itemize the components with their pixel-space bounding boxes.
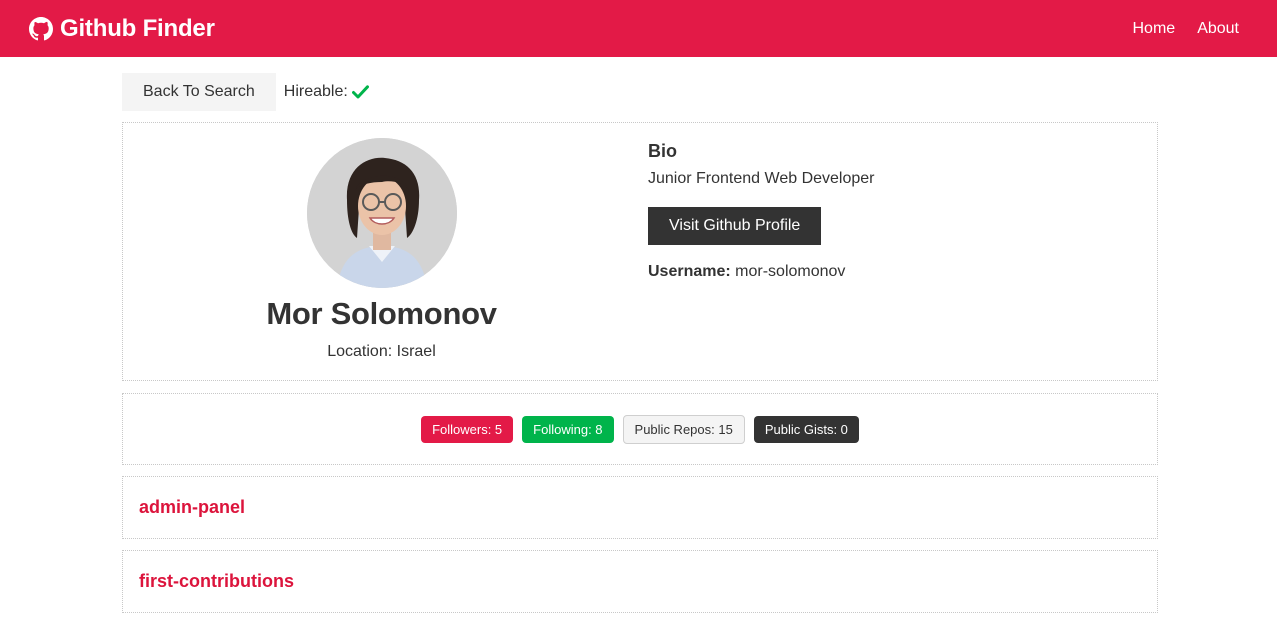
user-location: Location: Israel xyxy=(327,343,436,360)
visit-github-profile-button[interactable]: Visit Github Profile xyxy=(648,207,822,245)
repo-link-admin-panel[interactable]: admin-panel xyxy=(139,497,245,518)
nav-links: Home About xyxy=(1133,20,1240,38)
repo-item: first-contributions xyxy=(122,550,1158,613)
public-repos-badge: Public Repos: 15 xyxy=(622,414,745,444)
hireable-status: Hireable: xyxy=(284,83,369,101)
username-value: mor-solomonov xyxy=(735,263,846,280)
stats-card: Followers: 5 Following: 8 Public Repos: … xyxy=(122,393,1158,465)
username-line: Username: mor-solomonov xyxy=(648,263,1157,281)
avatar xyxy=(306,138,457,288)
navbar: Github Finder Home About xyxy=(0,0,1277,57)
brand-title: Github Finder xyxy=(60,14,215,42)
check-icon xyxy=(351,85,369,99)
repo-item: admin-panel xyxy=(122,476,1158,539)
main-container: Back To Search Hireable: Mor Solomonov L… xyxy=(122,73,1158,613)
username-label: Username: xyxy=(648,263,731,280)
topbar: Back To Search Hireable: xyxy=(122,73,1158,111)
profile-card: Mor Solomonov Location: Israel Bio Junio… xyxy=(122,122,1158,381)
profile-summary: Mor Solomonov Location: Israel xyxy=(123,123,640,380)
brand[interactable]: Github Finder xyxy=(29,15,215,43)
repo-link-first-contributions[interactable]: first-contributions xyxy=(139,571,294,592)
bio-heading: Bio xyxy=(648,141,677,161)
nav-link-about[interactable]: About xyxy=(1197,20,1239,38)
hireable-label: Hireable: xyxy=(283,83,348,100)
github-icon xyxy=(29,16,53,41)
nav-link-home[interactable]: Home xyxy=(1133,20,1176,38)
bio-text: Junior Frontend Web Developer xyxy=(648,170,875,187)
user-name: Mor Solomonov xyxy=(266,296,497,331)
following-badge: Following: 8 xyxy=(522,415,614,443)
followers-badge: Followers: 5 xyxy=(421,415,514,443)
profile-details: Bio Junior Frontend Web Developer Visit … xyxy=(640,123,1157,380)
back-to-search-button[interactable]: Back To Search xyxy=(122,73,276,111)
public-gists-badge: Public Gists: 0 xyxy=(753,415,859,443)
